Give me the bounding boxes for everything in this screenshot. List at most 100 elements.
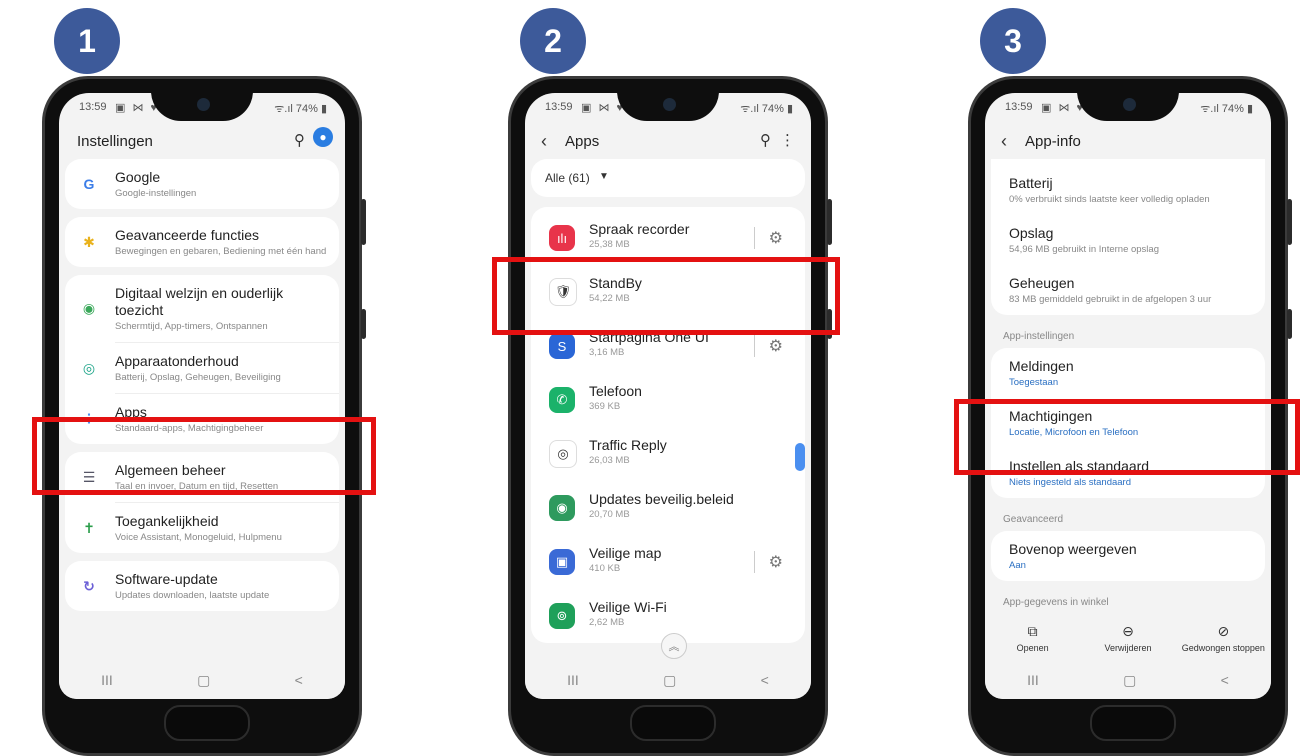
settings-item[interactable]: ✝ Toegankelijkheid Voice Assistant, Monoge… <box>65 503 339 553</box>
page-title: App-info <box>1025 133 1081 150</box>
section-advanced: Geavanceerd <box>1003 514 1064 525</box>
search-icon[interactable]: ⚲ <box>294 131 305 149</box>
back-arrow-icon[interactable]: ‹ <box>1001 131 1007 152</box>
app-list-item[interactable]: ✆ Telefoon 369 KB <box>531 373 805 427</box>
scrollbar-thumb[interactable] <box>795 443 805 471</box>
phone-3: 3 13:59 ▣ ⋈ ♥ • ᯤ.ıl 74% ▮ ‹ App-info Ba… <box>968 0 1303 756</box>
app-name: Updates beveilig.beleid <box>589 491 734 507</box>
settings-card: G Google Google-instellingen <box>65 159 339 209</box>
settings-item[interactable]: ↻ Software-update Updates downloaden, laat… <box>65 561 339 611</box>
app-icon: ▣ <box>549 549 575 575</box>
settings-item-title: Google <box>115 169 161 185</box>
app-name: Veilige Wi-Fi <box>589 599 667 615</box>
separator <box>754 335 755 357</box>
more-options-icon[interactable]: ⋮ <box>780 131 795 149</box>
account-icon[interactable]: ● <box>313 127 333 147</box>
app-list-item[interactable]: ◎ Traffic Reply 26,03 MB <box>531 427 805 481</box>
app-info-item[interactable]: Batterij 0% verbruikt sinds laatste keer … <box>991 165 1265 215</box>
settings-item[interactable]: ✱ Geavanceerde functies Bewegingen en geba… <box>65 217 339 267</box>
step-badge-2: 2 <box>520 8 586 74</box>
scroll-top-icon[interactable]: ︽ <box>661 633 687 659</box>
app-size: 25,38 MB <box>589 239 630 250</box>
recent-apps-button[interactable]: III <box>101 672 113 688</box>
usage-card: Batterij 0% verbruikt sinds laatste keer … <box>991 159 1265 315</box>
openen-button[interactable]: ⧉ Openen <box>985 617 1080 661</box>
physical-home-button <box>630 705 716 741</box>
back-nav-button[interactable]: < <box>1221 672 1229 688</box>
status-time: 13:59 <box>1005 101 1033 113</box>
settings-item-title: Apparaatonderhoud <box>115 353 239 369</box>
screen-app-info: 13:59 ▣ ⋈ ♥ • ᯤ.ıl 74% ▮ ‹ App-info Batt… <box>985 93 1271 699</box>
settings-item[interactable]: ◎ Apparaatonderhoud Batterij, Opslag, Gehe… <box>65 343 339 393</box>
back-nav-button[interactable]: < <box>761 672 769 688</box>
accessibility-icon: ✝ <box>83 519 95 536</box>
gedwongen-stoppen-button[interactable]: ⊘ Gedwongen stoppen <box>1176 617 1271 661</box>
settings-item-subtitle: Schermtijd, App-timers, Ontspannen <box>115 321 268 332</box>
volume-button <box>1287 199 1292 245</box>
settings-item-title: Software-update <box>115 571 218 587</box>
app-info-item[interactable]: Meldingen Toegestaan <box>991 348 1265 398</box>
back-arrow-icon[interactable]: ‹ <box>541 131 547 152</box>
gear-icon[interactable]: ⚙ <box>769 228 783 248</box>
app-name: Veilige map <box>589 545 662 561</box>
settings-item[interactable]: G Google Google-instellingen <box>65 159 339 209</box>
physical-home-button <box>1090 705 1176 741</box>
update-icon: ↻ <box>83 577 95 594</box>
app-list-item[interactable]: ▣ Veilige map 410 KB ⚙ <box>531 535 805 589</box>
settings-item-subtitle: Updates downloaden, laatste update <box>115 590 270 601</box>
phone-1: 1 13:59 ▣ ⋈ ♥ • ᯤ.ıl 74% ▮ Instellingen … <box>42 0 382 756</box>
camera-icon <box>663 98 676 111</box>
settings-item[interactable]: ◉ Digitaal welzijn en ouderlijk toezicht S… <box>65 275 339 342</box>
volume-button <box>827 199 832 245</box>
status-bar: 13:59 ▣ ⋈ ♥ • ᯤ.ıl 74% ▮ <box>985 93 1271 121</box>
google-icon: G <box>83 176 95 192</box>
recent-apps-button[interactable]: III <box>1027 672 1039 688</box>
home-nav-button[interactable]: ▢ <box>663 672 676 689</box>
notch <box>617 93 719 121</box>
app-info-item[interactable]: Geheugen 83 MB gemiddeld gebruikt in de a… <box>991 265 1265 315</box>
separator <box>754 227 755 249</box>
section-store: App-gegevens in winkel <box>1003 597 1109 608</box>
gear-icon[interactable]: ⚙ <box>769 336 783 356</box>
gear-icon[interactable]: ⚙ <box>769 552 783 572</box>
camera-icon <box>1123 98 1136 111</box>
app-icon: ✆ <box>549 387 575 413</box>
app-list-item[interactable]: ◉ Updates beveilig.beleid 20,70 MB <box>531 481 805 535</box>
app-icon: ◎ <box>549 440 577 468</box>
app-info-item[interactable]: Bovenop weergeven Aan <box>991 531 1265 581</box>
app-info-item-subtitle: 0% verbruikt sinds laatste keer volledig… <box>1009 194 1210 205</box>
step-badge-3: 3 <box>980 8 1046 74</box>
screen-apps: 13:59 ▣ ⋈ ♥ • ᯤ.ıl 74% ▮ ‹ Apps ⚲ ⋮ Alle… <box>525 93 811 699</box>
search-icon[interactable]: ⚲ <box>760 131 771 149</box>
status-time: 13:59 <box>545 101 573 113</box>
phone-body: 13:59 ▣ ⋈ ♥ • ᯤ.ıl 74% ▮ Instellingen ⚲ … <box>42 76 366 756</box>
wellbeing-icon: ◉ <box>82 300 96 316</box>
back-nav-button[interactable]: < <box>295 672 303 688</box>
settings-item-subtitle: Batterij, Opslag, Geheugen, Beveiliging <box>115 372 281 383</box>
settings-card: ✱ Geavanceerde functies Bewegingen en geba… <box>65 217 339 267</box>
phone-body: 13:59 ▣ ⋈ ♥ • ᯤ.ıl 74% ▮ ‹ Apps ⚲ ⋮ Alle… <box>508 76 832 756</box>
status-bar: 13:59 ▣ ⋈ ♥ • ᯤ.ıl 74% ▮ <box>525 93 811 121</box>
care-icon: ◎ <box>82 359 96 376</box>
app-info-item[interactable]: Opslag 54,96 MB gebruikt in Interne opsla… <box>991 215 1265 265</box>
home-nav-button[interactable]: ▢ <box>1123 672 1136 689</box>
power-button <box>1287 309 1292 339</box>
filter-dropdown[interactable]: Alle (61) <box>545 171 590 185</box>
app-icon: ılı <box>549 225 575 251</box>
home-nav-button[interactable]: ▢ <box>197 672 210 689</box>
verwijderen-button[interactable]: ⊖ Verwijderen <box>1080 617 1175 661</box>
highlight-machtigingen <box>954 399 1300 475</box>
settings-item-title: Digitaal welzijn en ouderlijk toezicht <box>115 285 284 318</box>
app-info-item-title: Meldingen <box>1009 358 1074 374</box>
app-info-item-subtitle: Aan <box>1009 560 1026 571</box>
stop-icon: ⊘ <box>1217 623 1230 639</box>
app-size: 26,03 MB <box>589 455 630 466</box>
app-size: 20,70 MB <box>589 509 630 520</box>
filter-card[interactable]: Alle (61) ▼ <box>531 159 805 197</box>
settings-item-subtitle: Google-instellingen <box>115 188 197 199</box>
nav-bar: III ▢ < <box>985 661 1271 699</box>
app-name: Traffic Reply <box>589 437 667 453</box>
app-size: 369 KB <box>589 401 621 412</box>
recent-apps-button[interactable]: III <box>567 672 579 688</box>
app-name: Telefoon <box>589 383 642 399</box>
